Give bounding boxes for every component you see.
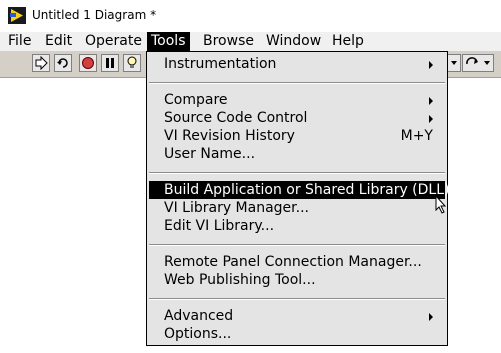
title-bar: Untitled 1 Diagram * (0, 0, 501, 32)
run-button[interactable] (32, 54, 50, 72)
menu-operate[interactable]: Operate (81, 32, 146, 51)
pause-icon (106, 58, 114, 68)
window-title: Untitled 1 Diagram * (32, 8, 157, 22)
menu-item-vi-revision-history[interactable]: VI Revision History M+Y (149, 127, 445, 145)
menu-item-edit-vi-library[interactable]: Edit VI Library... (149, 217, 445, 235)
pause-button[interactable] (101, 54, 119, 72)
abort-button[interactable] (79, 54, 97, 72)
submenu-arrow-icon (429, 61, 433, 69)
highlight-execution-button[interactable] (123, 54, 141, 72)
menu-item-compare[interactable]: Compare (149, 91, 445, 109)
submenu-arrow-icon (429, 97, 433, 105)
menu-bar: File Edit Operate Tools Browse Window He… (0, 32, 501, 51)
menu-item-web-publishing-tool[interactable]: Web Publishing Tool... (149, 271, 445, 289)
run-continuously-icon (57, 58, 68, 68)
submenu-arrow-icon (429, 115, 433, 123)
menu-file[interactable]: File (4, 32, 35, 51)
menu-item-advanced[interactable]: Advanced (149, 307, 445, 325)
run-arrow-icon (35, 56, 48, 70)
menu-separator (149, 298, 445, 300)
mouse-cursor-icon (435, 195, 447, 214)
menu-window[interactable]: Window (262, 32, 325, 51)
labview-app-icon[interactable] (8, 7, 26, 24)
menu-help[interactable]: Help (328, 32, 368, 51)
menu-tools[interactable]: Tools (147, 32, 190, 51)
align-icon (466, 57, 490, 65)
run-continuously-button[interactable] (54, 54, 72, 72)
menu-browse[interactable]: Browse (199, 32, 258, 51)
menu-item-remote-panel-connection-manager[interactable]: Remote Panel Connection Manager... (149, 253, 445, 271)
menu-item-source-code-control[interactable]: Source Code Control (149, 109, 445, 127)
menu-item-vi-library-manager[interactable]: VI Library Manager... (149, 199, 445, 217)
menu-separator (149, 244, 445, 246)
align-objects-button[interactable] (462, 54, 494, 72)
abort-icon (82, 57, 94, 69)
menu-item-build-application[interactable]: Build Application or Shared Library (DLL… (149, 181, 463, 199)
shortcut-label: M+Y (400, 128, 433, 144)
menu-item-user-name[interactable]: User Name... (149, 145, 445, 163)
tools-menu: Instrumentation Compare Source Code Cont… (146, 51, 463, 346)
menu-item-options[interactable]: Options... (149, 325, 445, 343)
chevron-down-icon (451, 61, 457, 65)
menu-edit[interactable]: Edit (41, 32, 76, 51)
highlight-execution-icon (127, 56, 137, 68)
font-dropdown-button[interactable] (447, 54, 461, 72)
menu-separator (149, 82, 445, 84)
menu-separator (149, 172, 445, 174)
submenu-arrow-icon (429, 313, 433, 321)
menu-item-instrumentation[interactable]: Instrumentation (149, 55, 445, 73)
